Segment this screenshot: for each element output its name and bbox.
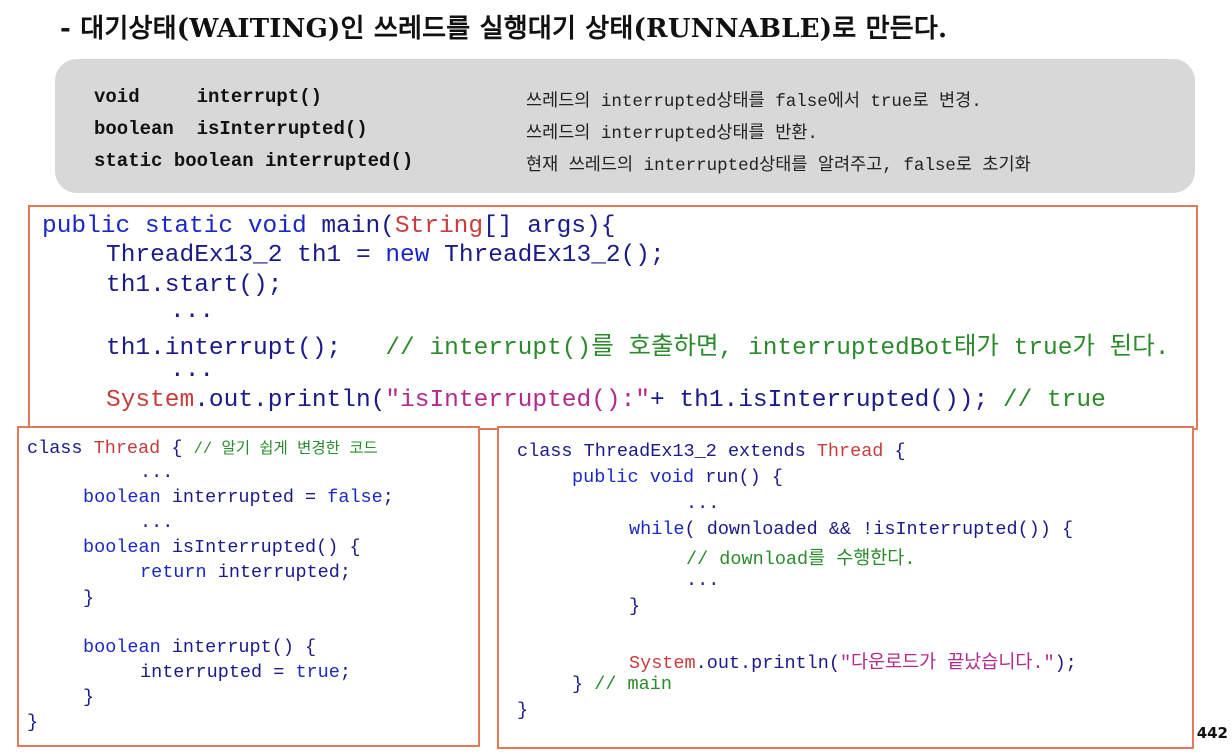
closing-brace: }: [517, 700, 529, 721]
closing-brace: }: [83, 588, 95, 609]
class-name: Thread: [816, 441, 884, 462]
code-line: while( downloaded && !isInterrupted()) {: [629, 519, 1073, 540]
closing-brace: }: [629, 596, 641, 617]
code-text: ThreadEx13_2: [572, 441, 728, 462]
keyword: boolean: [83, 487, 161, 508]
code-text: ThreadEx13_2 th1 =: [106, 242, 386, 269]
code-text: .out.println(: [695, 653, 840, 674]
code-text: + th1.isInterrupted());: [650, 387, 1003, 414]
code-line: ThreadEx13_2 th1 = new ThreadEx13_2();: [106, 242, 665, 269]
code-line: class ThreadEx13_2 extends Thread {: [517, 441, 906, 462]
string-literal: "다운로드가 끝났습니다.": [839, 653, 1055, 674]
method-row-isinterrupted: boolean isInterrupted() 쓰레드의 interrupted…: [94, 118, 818, 144]
method-description: 쓰레드의 interrupted상태를 false에서 true로 변경.: [526, 92, 982, 112]
code-text: interrupted;: [206, 562, 351, 583]
code-text: ThreadEx13_2();: [429, 242, 665, 269]
code-text: interrupted =: [140, 662, 296, 683]
closing-brace: }: [27, 712, 39, 733]
method-row-interrupted: static boolean interrupted() 현재 쓰레드의 int…: [94, 150, 1031, 176]
ellipsis: ...: [170, 357, 215, 384]
code-line: th1.start();: [106, 272, 283, 299]
code-text: }: [572, 674, 595, 695]
code-line: th1.interrupt(); // interrupt()를 호출하면, i…: [106, 327, 1169, 362]
method-signature: static boolean interrupted(): [94, 150, 414, 172]
code-line: interrupted = true;: [140, 662, 351, 683]
code-text: {: [883, 441, 906, 462]
method-description: 쓰레드의 interrupted상태를 반환.: [526, 124, 818, 144]
class-name: System: [629, 653, 696, 674]
code-text: ;: [339, 662, 351, 683]
code-text: th1.interrupt();: [106, 335, 386, 362]
code-text: .out.println(: [194, 387, 386, 414]
code-text: [] args){: [483, 213, 616, 240]
method-row-interrupt: void interrupt() 쓰레드의 interrupted상태를 fal…: [94, 86, 982, 112]
keyword: class: [27, 438, 94, 459]
keyword: extends: [727, 441, 806, 462]
ellipsis: ...: [170, 298, 215, 325]
code-comment: // main: [594, 674, 672, 695]
code-text: isInterrupted() {: [160, 537, 361, 558]
code-comment: // 알기 쉽게 변경한 코드: [193, 440, 378, 458]
code-comment: // interrupt()를 호출하면, interruptedBot태가 t…: [385, 335, 1170, 362]
keyword: true: [295, 662, 340, 683]
code-text: run() {: [694, 467, 783, 488]
ellipsis: ...: [686, 570, 720, 591]
string-literal: "isInterrupted():": [385, 387, 651, 414]
code-line: boolean isInterrupted() {: [83, 537, 361, 558]
closing-brace: }: [83, 687, 95, 708]
keyword: while: [629, 519, 685, 540]
code-comment: // download를 수행한다.: [686, 549, 916, 570]
keyword: false: [327, 487, 383, 508]
ellipsis: ...: [686, 493, 720, 514]
code-line: System.out.println("다운로드가 끝났습니다.");: [629, 648, 1077, 674]
code-text: interrupt() {: [160, 637, 317, 658]
code-line: boolean interrupted = false;: [83, 487, 394, 508]
ellipsis: ...: [140, 512, 174, 533]
code-line: } // main: [572, 674, 672, 695]
keyword: public void: [572, 467, 695, 488]
code-text: main(: [306, 213, 395, 240]
code-line: public void run() {: [572, 467, 783, 488]
method-signature: boolean isInterrupted(): [94, 118, 368, 140]
keyword: public static void: [42, 213, 307, 240]
page-number: 442: [1196, 724, 1228, 742]
keyword: boolean: [83, 637, 161, 658]
keyword: class: [517, 441, 573, 462]
code-text: interrupted =: [160, 487, 328, 508]
code-text: ( downloaded && !isInterrupted()) {: [684, 519, 1074, 540]
code-line: public static void main(String[] args){: [42, 213, 615, 240]
slide-title: - 대기상태(WAITING)인 쓰레드를 실행대기 상태(RUNNABLE)로…: [60, 14, 948, 44]
code-comment: // true: [1002, 387, 1106, 414]
class-name: Thread: [93, 438, 161, 459]
class-name: String: [394, 213, 484, 240]
keyword: return: [140, 562, 207, 583]
code-line: boolean interrupt() {: [83, 637, 316, 658]
keyword: new: [385, 242, 430, 269]
method-description: 현재 쓰레드의 interrupted상태를 알려주고, false로 초기화: [526, 156, 1031, 176]
keyword: boolean: [83, 537, 161, 558]
code-line: return interrupted;: [140, 562, 351, 583]
ellipsis: ...: [140, 462, 174, 483]
code-line: System.out.println("isInterrupted():"+ t…: [106, 387, 1106, 414]
code-line: class Thread { // 알기 쉽게 변경한 코드: [27, 436, 378, 459]
class-name: System: [106, 387, 195, 414]
code-text: {: [160, 438, 194, 459]
method-signature: void interrupt(): [94, 86, 323, 108]
code-text: ;: [382, 487, 394, 508]
code-text: );: [1054, 653, 1077, 674]
